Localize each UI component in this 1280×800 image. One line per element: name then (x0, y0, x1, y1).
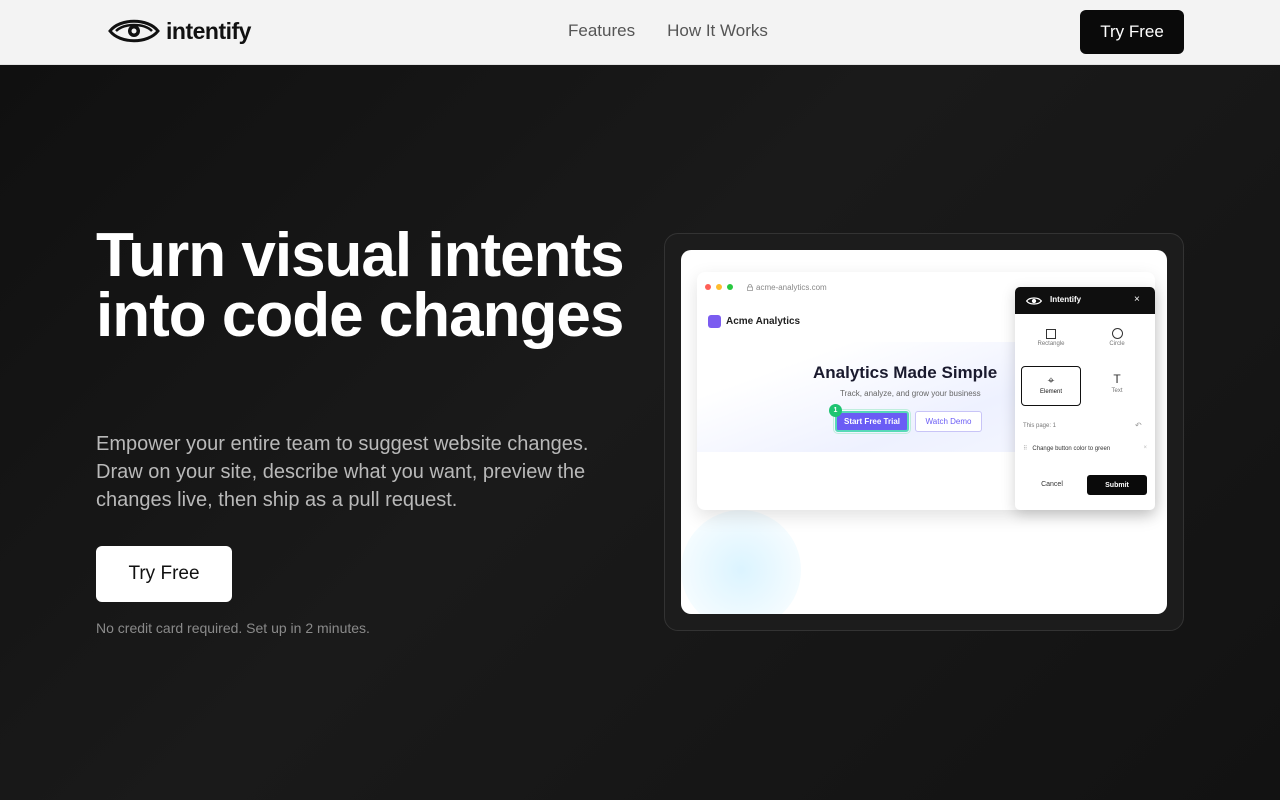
mock-start-trial-button: Start Free Trial (833, 409, 911, 434)
minimize-dot-icon (716, 284, 722, 290)
brand-logo-icon (708, 315, 721, 328)
nav-try-free-button[interactable]: Try Free (1080, 10, 1184, 54)
intentify-panel-header: Intentify × (1015, 287, 1155, 314)
tool-label: Rectangle (1037, 341, 1065, 347)
remove-change-icon[interactable]: × (1143, 445, 1147, 451)
undo-icon[interactable]: ↶ (1135, 421, 1142, 430)
nav-link-how-it-works[interactable]: How It Works (667, 21, 768, 41)
change-item-text: Change button color to green (1032, 446, 1111, 452)
intentify-panel: Intentify × Rectangle Circle ⌖ Element T… (1015, 287, 1155, 510)
rectangle-icon (1046, 329, 1056, 339)
tool-label: Text (1111, 388, 1123, 394)
nav-links: Features How It Works (568, 21, 768, 41)
tool-circle[interactable]: Circle (1087, 321, 1147, 361)
hero-title: Turn visual intents into code changes (96, 221, 625, 350)
drag-handle-icon[interactable]: ⠿ (1023, 446, 1027, 452)
close-icon[interactable]: × (1134, 294, 1140, 305)
circle-icon (1111, 328, 1123, 339)
panel-cancel-button[interactable]: Cancel (1031, 475, 1073, 493)
tool-label: Circle (1109, 341, 1125, 347)
eye-logo-icon (108, 19, 160, 43)
window-controls (705, 284, 733, 290)
mock-site-title: Analytics Made Simple (813, 363, 998, 382)
mock-brand: Acme Analytics (708, 315, 800, 328)
tool-element[interactable]: ⌖ Element (1021, 366, 1081, 406)
hero-subtitle: Empower your entire team to suggest webs… (96, 433, 589, 511)
text-icon: T (1113, 372, 1121, 386)
maximize-dot-icon (727, 284, 733, 290)
tool-rectangle[interactable]: Rectangle (1021, 321, 1081, 361)
logo-text: intentify (166, 17, 251, 44)
hero-note: No credit card required. Set up in 2 min… (96, 620, 370, 636)
mock-site-subtitle: Track, analyze, and grow your business (840, 389, 981, 398)
logo-link[interactable]: intentify (108, 16, 251, 46)
top-nav: intentify Features How It Works Try Free (0, 0, 1280, 65)
crosshair-icon: ⌖ (1047, 373, 1055, 387)
tool-label: Element (1039, 389, 1062, 395)
hero-try-free-button[interactable]: Try Free (96, 546, 232, 602)
tool-text[interactable]: T Text (1087, 366, 1147, 406)
mock-url-text: acme-analytics.com (756, 283, 827, 292)
panel-submit-button[interactable]: Submit (1087, 475, 1147, 495)
mock-brand-name: Acme Analytics (726, 316, 801, 327)
nav-link-features[interactable]: Features (568, 21, 635, 41)
preview-screen: acme-analytics.com Acme Analytics Analyt… (681, 250, 1167, 614)
page-count-label: This page: 1 (1023, 423, 1057, 429)
annotation-marker-badge: 1 (829, 404, 842, 417)
intentify-panel-title: Intentify (1050, 295, 1082, 304)
change-list-item: ⠿ Change button color to green × (1023, 445, 1147, 452)
close-dot-icon (705, 284, 711, 290)
decorative-glow (681, 510, 801, 614)
mock-url-bar: acme-analytics.com (747, 283, 827, 292)
eye-logo-icon (1026, 297, 1042, 305)
lock-icon (747, 284, 753, 291)
mock-watch-demo-button: Watch Demo (915, 411, 982, 432)
